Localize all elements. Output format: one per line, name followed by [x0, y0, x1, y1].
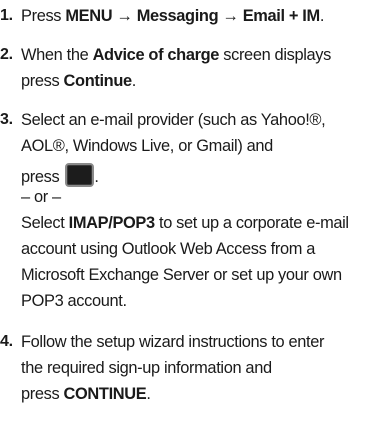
- step-text-line: POP3 account.: [21, 292, 127, 310]
- text-segment: press: [21, 72, 64, 90]
- black-key-button-icon: [65, 163, 95, 187]
- menu-key-label: MENU: [65, 7, 113, 25]
- continue-label: Continue: [63, 72, 133, 90]
- advice-of-charge-label: Advice of charge: [92, 46, 220, 64]
- step-text-line: the required sign-up information and: [21, 359, 272, 377]
- step-number: 1.: [0, 7, 13, 24]
- text-segment: screen displays: [219, 46, 331, 64]
- step-text-line: When the Advice of charge screen display…: [21, 45, 331, 65]
- text-segment: press: [21, 385, 64, 403]
- continue-uppercase-label: CONTINUE: [63, 385, 147, 403]
- step-text-line: Press MENU → Messaging → Email + IM.: [21, 6, 324, 26]
- step-text-line: account using Outlook Web Access from a: [21, 240, 315, 258]
- step-text-line: press Continue.: [21, 71, 136, 91]
- step-text-line: press.: [21, 163, 99, 187]
- step-number: 4.: [0, 333, 13, 350]
- step-text-line: Select IMAP/POP3 to set up a corporate e…: [21, 213, 349, 233]
- messaging-label: Messaging: [136, 7, 219, 25]
- step-number: 3.: [0, 111, 13, 128]
- step-text-line: Follow the setup wizard instructions to …: [21, 333, 325, 351]
- text-segment: Press: [21, 7, 66, 25]
- step-text-line: Select an e-mail provider (such as Yahoo…: [21, 111, 326, 129]
- text-segment: .: [319, 7, 325, 25]
- text-segment: .: [94, 168, 99, 186]
- email-im-label: Email + IM: [242, 7, 320, 25]
- step-text-line: Microsoft Exchange Server or set up your…: [21, 266, 342, 284]
- arrow-separator: →: [112, 7, 137, 25]
- text-segment: press: [21, 168, 60, 186]
- text-segment: When the: [21, 46, 93, 64]
- instruction-document: 1. Press MENU → Messaging → Email + IM. …: [0, 0, 367, 447]
- text-segment: to set up a corporate e-mail: [154, 214, 349, 232]
- step-text-line: AOL®, Windows Live, or Gmail) and: [21, 137, 273, 155]
- step-number: 2.: [0, 46, 13, 63]
- text-segment: .: [146, 385, 151, 403]
- text-segment: Select: [21, 214, 69, 232]
- text-segment: .: [131, 72, 137, 90]
- step-text-line: press CONTINUE.: [21, 384, 151, 404]
- or-separator: – or –: [21, 188, 61, 206]
- arrow-separator: →: [218, 7, 243, 25]
- imap-pop3-label: IMAP/POP3: [68, 214, 155, 232]
